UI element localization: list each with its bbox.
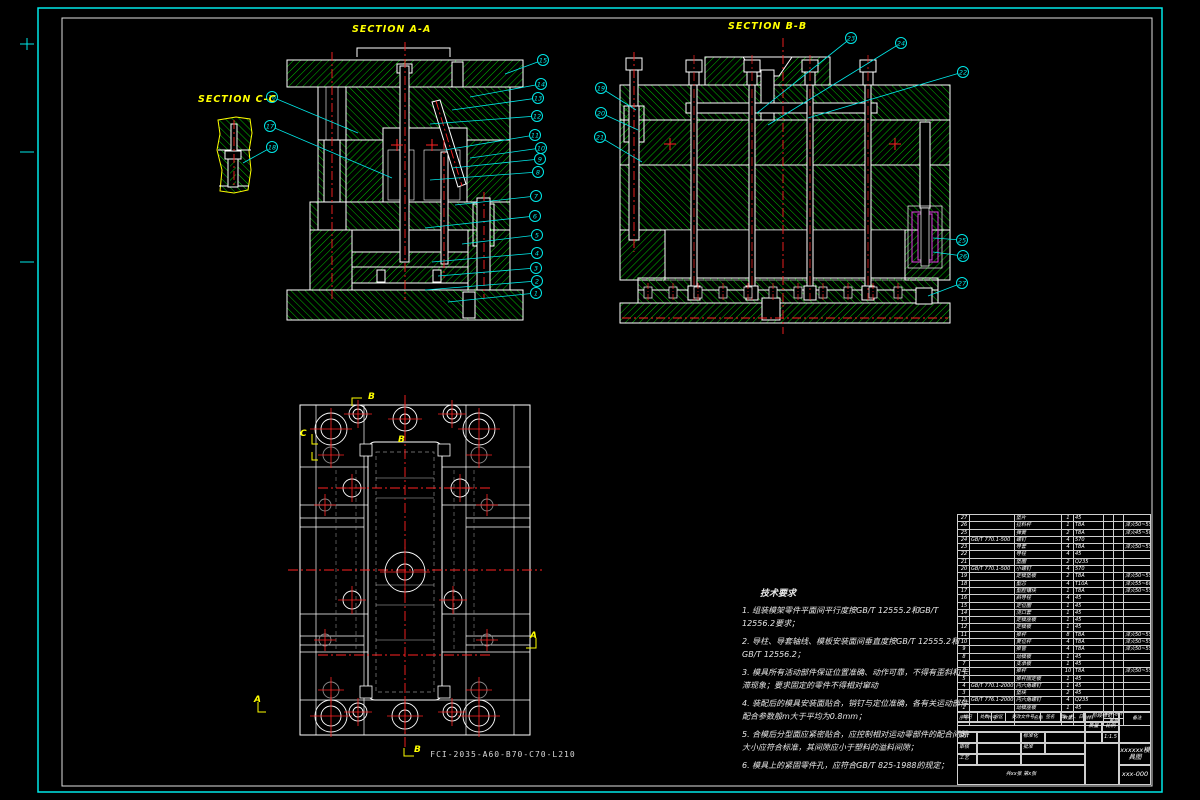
section-cc-drawing: [216, 116, 253, 194]
bom-row-22: 22 导柱 4 45: [957, 550, 1151, 558]
note-item-1: 1. 组装模架零件平面间平行度按GB/T 12555.2和GB/T 12556.…: [742, 606, 939, 628]
svg-text:26: 26: [959, 252, 967, 260]
bom-row-6: 6 推杆 10 T8A 淬火50~55: [957, 667, 1151, 675]
bom-row-8: 8 动模板 1 45: [957, 652, 1151, 660]
svg-text:6: 6: [533, 212, 537, 220]
tb-drawing-code: xxx-000: [1119, 765, 1151, 785]
tb-drawing-title: xxxxxx模具图: [1119, 743, 1151, 765]
bom-row-16: 16 斜导柱 4 45: [957, 594, 1151, 602]
svg-text:23: 23: [847, 34, 855, 42]
section-cc-label: SECTION C-C: [198, 94, 277, 105]
svg-text:2: 2: [535, 277, 539, 285]
tb-stage-label: 阶段标记: [1085, 712, 1119, 722]
bom-row-5: 5 推杆固定板 1 45: [957, 674, 1151, 682]
cad-drawing-sheet: BBAACB 1 2 3 4 5 6 7 8 9 10 11 12 13 14 15 16 17 18 19 20 21…: [0, 0, 1200, 800]
section-aa-drawing: [286, 42, 524, 321]
tb-mass-label: 质量: [1085, 722, 1102, 732]
bom-row-23: 23 导套 4 T8A 淬火50~55: [957, 543, 1151, 551]
bom-row-1: 1 动模座板 1 45: [957, 703, 1151, 712]
bom-row-11: 11 推杆 8 T8A 淬火50~55: [957, 630, 1151, 639]
svg-text:27: 27: [958, 279, 967, 287]
bom-row-4: 4 GB/T 770.1-2000 内六角螺钉 1 45: [957, 681, 1151, 690]
note-item-3: 3. 模具所有活动部件保证位置准确、动作可靠，不得有歪斜和卡滞现象；要求固定的零…: [742, 668, 969, 690]
bom-row-7: 7 支承板 1 45: [957, 659, 1151, 668]
svg-text:3: 3: [534, 264, 538, 272]
tb-design-label: 设计: [957, 732, 977, 743]
note-item-4: 4. 装配后的模具安装面贴合，销钉与定位准确，各有关运动部件配合参数般m大于平均…: [742, 699, 969, 721]
tb-rev-header-5: 年、月、日: [1060, 713, 1084, 721]
bom-table: 27 垫片 1 45 26 拉料杆 1 T8A 淬火50~55 25 弹簧 2 T8A 淬火45~50 24…: [957, 514, 1151, 727]
svg-text:19: 19: [597, 84, 605, 92]
svg-text:9: 9: [538, 155, 542, 163]
bom-row-25: 25 弹簧 2 T8A 淬火45~50: [957, 528, 1151, 536]
svg-text:13: 13: [534, 94, 542, 102]
tb-process-label: 工艺: [957, 754, 977, 765]
bom-row-19: 19 定模垫板 2 T8A 淬火50~55: [957, 572, 1151, 580]
svg-text:15: 15: [539, 56, 547, 64]
tb-rev-header-3: 更改文件号: [1006, 713, 1041, 721]
bom-row-27: 27 垫片 1 45: [957, 514, 1151, 522]
note-item-2: 2. 导柱、导套轴线、模板安装面间垂直度按GB/T 12555.2和GB/T 1…: [742, 637, 960, 659]
svg-text:4: 4: [535, 249, 539, 257]
title-block: 标记 处数 分区 更改文件号 签名 年、月、日 设计 标准化 审核 批准 工艺 共xx张 …: [957, 712, 1151, 785]
section-aa-label: SECTION A-A: [352, 24, 432, 35]
plan-marker-c-4: C: [300, 429, 307, 439]
drawing-code: FCI-2035-A60-B70-C70-L210: [430, 750, 576, 759]
bom-row-14: 14 浇口套 1 45: [957, 608, 1151, 617]
tb-scale-label: 比例: [1102, 722, 1119, 732]
technical-notes: 技术要求 1. 组装模架零件平面间平行度按GB/T 12555.2和GB/T 1…: [742, 588, 970, 777]
plan-view-drawing: BBAACB: [253, 392, 542, 757]
svg-text:12: 12: [533, 112, 541, 120]
tb-rev-header-0: 标记: [958, 713, 978, 721]
tb-check-label: 审核: [957, 743, 977, 754]
notes-title: 技术要求: [760, 589, 797, 599]
bom-row-13: 13 定模座板 1 45: [957, 616, 1151, 624]
svg-text:5: 5: [535, 231, 539, 239]
plan-marker-b-5: B: [398, 435, 405, 445]
note-item-6: 6. 模具上的紧固零件孔，应符合GB/T 825-1988的规定；: [742, 761, 949, 770]
bom-row-17: 17 型腔镶块 1 T8A 淬火50~55: [957, 586, 1151, 595]
section-bb-drawing: [619, 38, 951, 334]
svg-text:8: 8: [536, 168, 540, 176]
bom-row-15: 15 定位圈 1 45: [957, 601, 1151, 609]
tb-scale-value: 1:1.5: [1102, 732, 1119, 743]
svg-text:21: 21: [596, 133, 604, 141]
svg-text:14: 14: [537, 80, 545, 88]
svg-text:17: 17: [266, 122, 275, 130]
svg-text:24: 24: [897, 39, 905, 47]
bom-row-26: 26 拉料杆 1 T8A 淬火50~55: [957, 521, 1151, 529]
tb-approve-label: 批准: [1021, 743, 1045, 754]
bom-row-24: 24 GB/T 770.1-500 螺钉 4 570: [957, 535, 1151, 544]
svg-text:11: 11: [531, 131, 539, 139]
tb-sheet-note: 共xx张 第x张: [957, 765, 1085, 785]
bom-row-12: 12 定模板 1 45: [957, 623, 1151, 631]
svg-text:25: 25: [958, 236, 966, 244]
tb-rev-header-1: 处数: [978, 713, 992, 721]
plan-marker-b-0: B: [368, 392, 375, 402]
bom-row-20: 20 GB/T 770.1-500 小螺钉 4 570: [957, 565, 1151, 573]
bom-row-3: 3 垫块 2 45: [957, 689, 1151, 697]
plan-marker-a-3: A: [253, 695, 261, 705]
bom-row-9: 9 推管 4 T8A 淬火50~55: [957, 645, 1151, 653]
bom-row-10: 10 复位杆 4 T8A 淬火50~55: [957, 638, 1151, 646]
section-bb-label: SECTION B-B: [728, 21, 808, 32]
tb-rev-header-2: 分区: [992, 713, 1006, 721]
tb-std-label: 标准化: [1021, 732, 1045, 743]
svg-text:1: 1: [534, 289, 538, 297]
tb-rev-header-4: 签名: [1041, 713, 1061, 721]
svg-text:18: 18: [268, 143, 276, 151]
svg-text:20: 20: [597, 109, 605, 117]
note-item-5: 5. 合模后分型面应紧密贴合，应控制相对运动零部件的配合间隙大小应符合标准，其间…: [742, 730, 969, 752]
bom-row-18: 18 型芯 4 T10A 淬火55~60: [957, 579, 1151, 587]
bom-row-2: 2 GB/T 776.1-2000 内六角螺钉 4 Q235: [957, 696, 1151, 704]
plan-marker-a-2: A: [529, 631, 537, 641]
svg-text:22: 22: [959, 68, 967, 76]
bom-row-21: 21 垫圈 2 Q235: [957, 557, 1151, 566]
svg-text:10: 10: [537, 144, 545, 152]
